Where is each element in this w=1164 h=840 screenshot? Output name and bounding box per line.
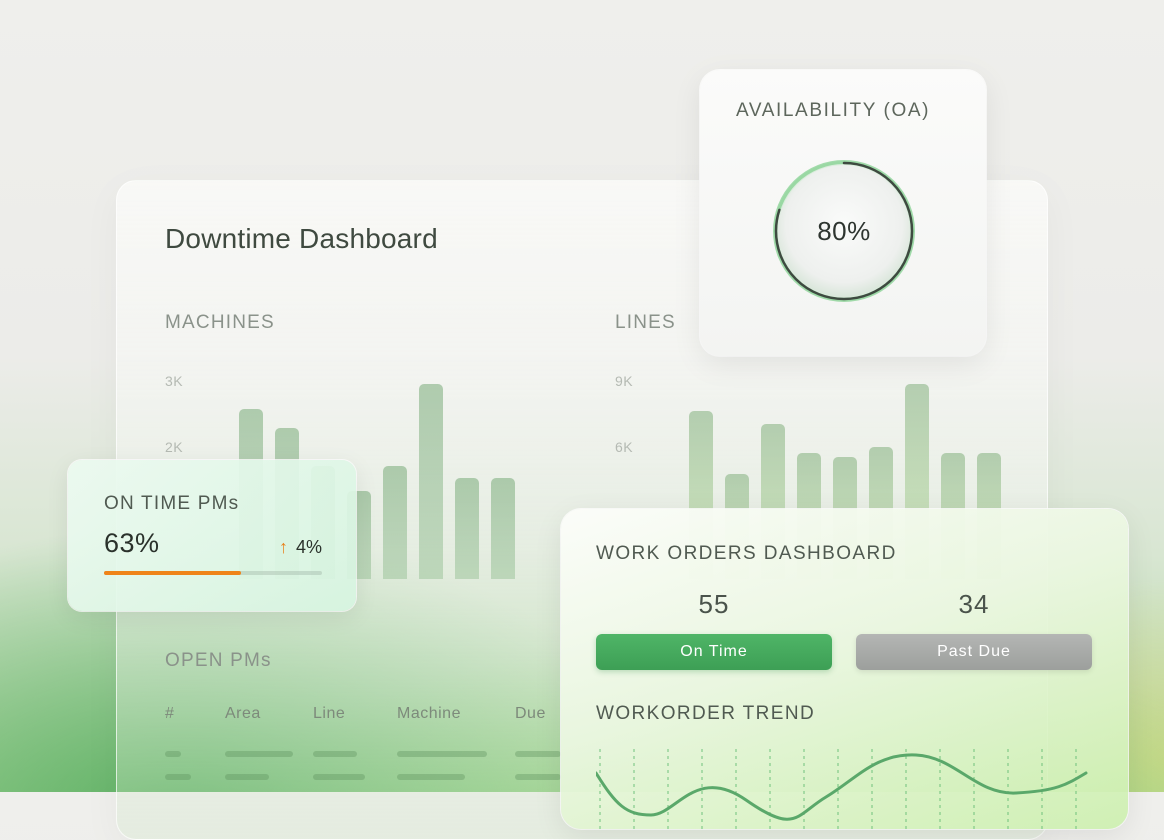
chart-bar [419, 384, 443, 579]
availability-gauge: 80% [769, 156, 919, 306]
chart-bar [383, 466, 407, 579]
page-title: Downtime Dashboard [165, 223, 438, 254]
col-head-machine[interactable]: Machine [397, 705, 461, 723]
on-time-pms-title: ON TIME PMs [104, 493, 240, 514]
placeholder-cell [397, 751, 487, 757]
work-orders-title: WORK ORDERS DASHBOARD [596, 543, 897, 564]
on-time-progress-bar [104, 571, 322, 575]
placeholder-cell [515, 774, 561, 780]
on-time-pms-card: ON TIME PMs 63% ↑ 4% [68, 460, 356, 611]
lines-tick-mid: 6K [615, 439, 634, 455]
arrow-up-icon: ↑ [278, 537, 288, 557]
placeholder-cell [313, 751, 357, 757]
placeholder-cell [225, 774, 269, 780]
workorder-trend-title: WORKORDER TREND [596, 703, 816, 724]
trend-line [596, 753, 1088, 821]
placeholder-cell [515, 751, 561, 757]
on-time-pms-value: 63% [104, 528, 160, 558]
machines-tick-top: 3K [165, 373, 184, 389]
lines-label: LINES [615, 312, 676, 333]
availability-title: AVAILABILITY (OA) [736, 100, 931, 121]
on-time-count: 55 [698, 589, 730, 619]
lines-tick-top: 9K [615, 373, 634, 389]
placeholder-cell [165, 774, 191, 780]
past-due-button[interactable]: Past Due [856, 634, 1092, 670]
work-orders-card: WORK ORDERS DASHBOARD 55 34 On Time Past… [561, 509, 1128, 829]
col-head-area[interactable]: Area [225, 705, 261, 723]
placeholder-cell [397, 774, 465, 780]
col-head-line[interactable]: Line [313, 705, 345, 723]
placeholder-cell [313, 774, 365, 780]
availability-value: 80% [817, 216, 871, 246]
placeholder-cell [165, 751, 181, 757]
open-pms-label: OPEN PMs [165, 650, 272, 671]
machines-tick-mid: 2K [165, 439, 184, 455]
chart-bar [491, 478, 515, 579]
past-due-count: 34 [958, 589, 990, 619]
availability-card: AVAILABILITY (OA) 80% [700, 70, 986, 356]
on-time-button[interactable]: On Time [596, 634, 832, 670]
change-indicator: ↑ 4% [279, 537, 322, 558]
col-head-due[interactable]: Due [515, 705, 546, 723]
machines-label: MACHINES [165, 312, 275, 333]
change-value: 4% [295, 537, 322, 557]
col-head-number[interactable]: # [165, 705, 174, 723]
placeholder-cell [225, 751, 293, 757]
on-time-progress-fill [104, 571, 242, 575]
chart-bar [455, 478, 479, 579]
workorder-trend-chart [596, 749, 1088, 829]
